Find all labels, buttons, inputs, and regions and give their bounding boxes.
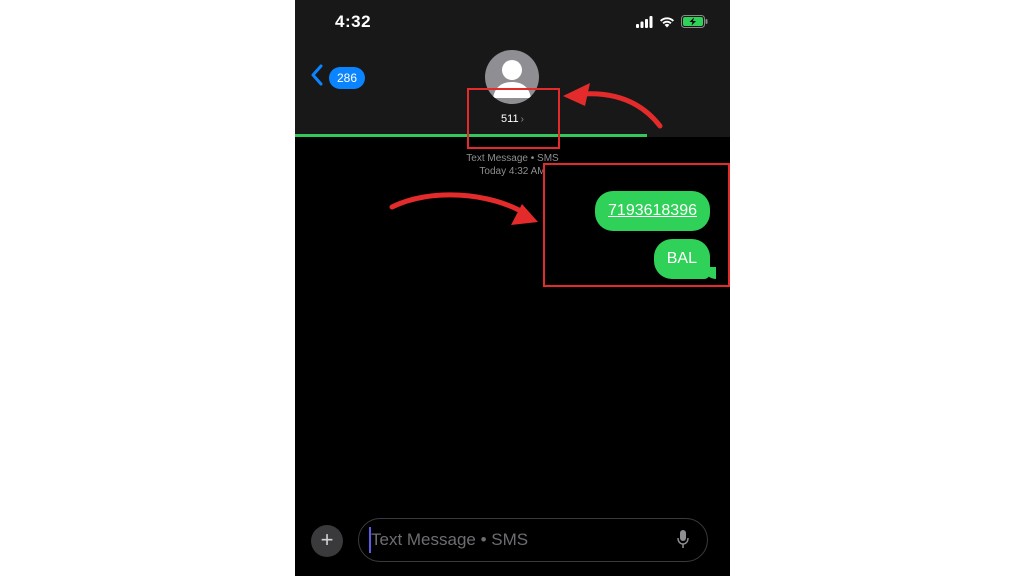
unread-count-badge: 286: [329, 66, 366, 89]
page: 4:32 286 511 › Text Message • SMS Today …: [0, 0, 1024, 576]
message-timestamp: Today 4:32 AM: [479, 166, 546, 177]
send-progress-bar: [295, 134, 730, 137]
chevron-right-icon: ›: [520, 114, 524, 125]
chevron-left-icon: [311, 64, 323, 91]
send-progress-fill: [295, 134, 648, 137]
message-composer: +: [295, 516, 730, 576]
message-bubble-bal[interactable]: BAL: [653, 239, 717, 279]
status-icons: [636, 15, 708, 33]
contact-avatar[interactable]: [485, 50, 539, 104]
person-silhouette-icon: [485, 60, 539, 104]
message-bubble-phone-number[interactable]: 7193618396: [595, 191, 710, 231]
back-button[interactable]: 286: [311, 64, 366, 91]
add-attachment-button[interactable]: +: [311, 525, 343, 557]
battery-charging-icon: [681, 15, 708, 33]
message-text: BAL: [666, 250, 697, 267]
conversation-header: 4:32 286 511 ›: [295, 0, 730, 136]
conversation-meta: Text Message • SMS Today 4:32 AM: [295, 152, 730, 178]
wifi-icon: [659, 15, 675, 33]
phone-screen: 4:32 286 511 › Text Message • SMS Today …: [295, 0, 730, 576]
cellular-signal-icon: [636, 15, 653, 33]
contact-name-button[interactable]: 511 ›: [295, 113, 730, 125]
text-cursor: [369, 527, 371, 553]
microphone-icon[interactable]: [677, 529, 689, 554]
contact-name: 511: [501, 113, 519, 125]
service-label: Text Message • SMS: [466, 153, 559, 164]
plus-icon: +: [320, 527, 334, 552]
phone-number-link[interactable]: 7193618396: [608, 202, 697, 219]
status-time: 4:32: [335, 12, 372, 31]
message-input[interactable]: [358, 518, 708, 562]
